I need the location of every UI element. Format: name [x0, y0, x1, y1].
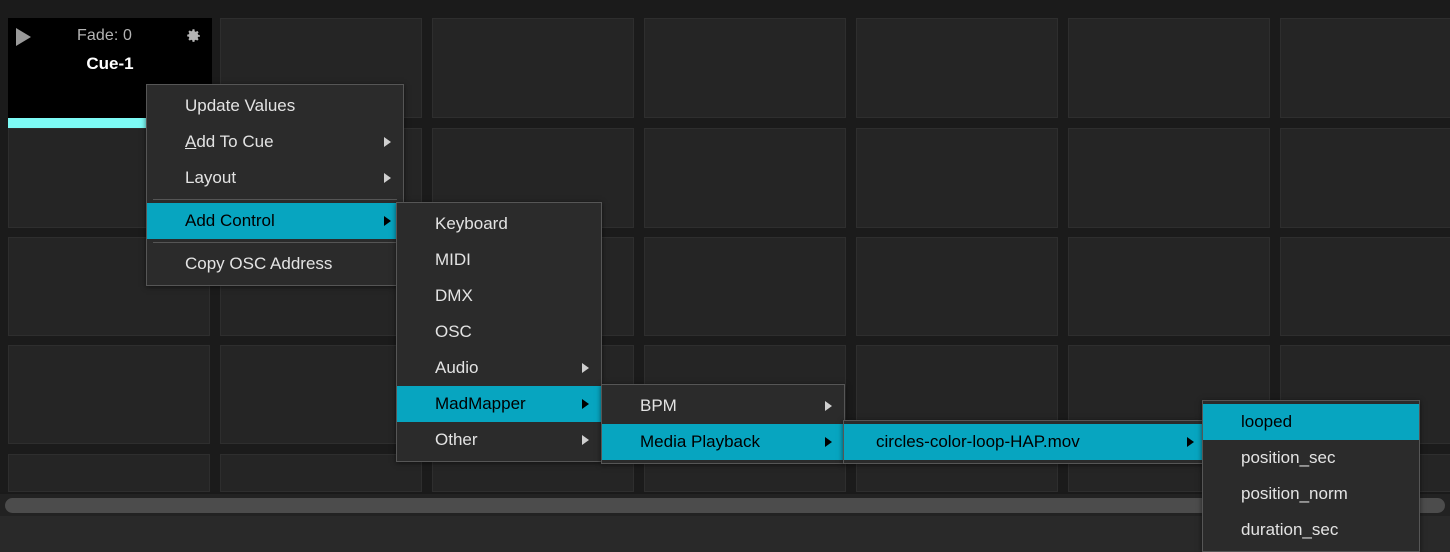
menu-item-position-sec[interactable]: position_sec [1203, 440, 1419, 476]
grid-cell[interactable] [856, 237, 1058, 336]
cue-name-label: Cue-1 [86, 54, 134, 73]
chevron-right-icon [384, 216, 391, 226]
grid-cell[interactable] [644, 237, 846, 336]
menu-item-keyboard[interactable]: Keyboard [397, 206, 601, 242]
menu-item-audio[interactable]: Audio [397, 350, 601, 386]
media-properties-submenu[interactable]: looped position_sec position_norm duration_… [1202, 400, 1420, 552]
menu-item-other[interactable]: Other [397, 422, 601, 458]
menu-item-label: Copy OSC Address [185, 254, 333, 273]
menu-item-label: DMX [435, 286, 473, 305]
menu-item-label: Add Control [185, 211, 275, 230]
menu-item-add-control[interactable]: Add Control [147, 203, 403, 239]
grid-cell[interactable] [432, 18, 634, 118]
menu-separator [153, 199, 397, 200]
menu-item-label: duration_sec [1241, 520, 1339, 539]
menu-item-position-norm[interactable]: position_norm [1203, 476, 1419, 512]
menu-item-madmapper[interactable]: MadMapper [397, 386, 601, 422]
play-icon[interactable] [16, 28, 31, 46]
grid-cell[interactable] [1280, 237, 1450, 336]
menu-item-duration-sec[interactable]: duration_sec [1203, 512, 1419, 548]
menu-item-label: MadMapper [435, 394, 526, 413]
grid-cell[interactable] [1068, 18, 1270, 118]
menu-item-media-playback[interactable]: Media Playback [602, 424, 844, 460]
grid-cell[interactable] [8, 454, 210, 492]
cue-tile-header: Fade: 0 [8, 18, 212, 48]
menu-item-circles-color-loop-hap-mov[interactable]: circles-color-loop-HAP.mov [844, 424, 1206, 460]
grid-cell[interactable] [220, 454, 422, 492]
grid-cell[interactable] [1068, 237, 1270, 336]
menu-item-label: OSC [435, 322, 472, 341]
menu-item-copy-osc-address[interactable]: Copy OSC Address [147, 246, 403, 282]
menu-item-label: looped [1241, 412, 1293, 431]
grid-cell[interactable] [1280, 18, 1450, 118]
menu-separator [153, 242, 397, 243]
chevron-right-icon [825, 401, 832, 411]
menu-item-midi[interactable]: MIDI [397, 242, 601, 278]
menu-item-label: BPM [640, 396, 677, 415]
menu-item-label: position_sec [1241, 448, 1336, 467]
menu-item-osc[interactable]: OSC [397, 314, 601, 350]
menu-item-add-to-cue[interactable]: Add To Cue [147, 124, 403, 160]
menu-item-label: MIDI [435, 250, 471, 269]
menu-item-label: Audio [435, 358, 479, 377]
menu-item-label: Media Playback [640, 432, 761, 451]
menu-item-layout[interactable]: Layout [147, 160, 403, 196]
menu-item-update-values[interactable]: Update Values [147, 88, 403, 124]
grid-cell[interactable] [644, 128, 846, 228]
menu-item-label: position_norm [1241, 484, 1348, 503]
menu-item-dmx[interactable]: DMX [397, 278, 601, 314]
grid-cell[interactable] [8, 345, 210, 444]
grid-cell[interactable] [1280, 128, 1450, 228]
chevron-right-icon [825, 437, 832, 447]
menu-item-label: circles-color-loop-HAP.mov [876, 432, 1080, 451]
chevron-right-icon [384, 173, 391, 183]
add-control-submenu[interactable]: Keyboard MIDI DMX OSC Audio MadMapper Other [396, 202, 602, 462]
menu-item-label: Keyboard [435, 214, 508, 233]
fade-label: Fade: 0 [77, 27, 132, 44]
chevron-right-icon [582, 363, 589, 373]
grid-cell[interactable] [856, 128, 1058, 228]
grid-cell[interactable] [644, 18, 846, 118]
grid-cell[interactable] [856, 18, 1058, 118]
menu-item-label: Layout [185, 168, 237, 187]
chevron-right-icon [384, 137, 391, 147]
chevron-right-icon [582, 435, 589, 445]
chevron-right-icon [1187, 437, 1194, 447]
gear-icon[interactable] [184, 27, 202, 45]
grid-cell[interactable] [1068, 128, 1270, 228]
menu-item-looped[interactable]: looped [1203, 404, 1419, 440]
menu-item-label: Add To Cue [185, 132, 274, 151]
madmapper-submenu[interactable]: BPM Media Playback [601, 384, 845, 464]
menu-item-label: Other [435, 430, 478, 449]
chevron-right-icon [582, 399, 589, 409]
grid-cell[interactable] [220, 345, 422, 444]
cue-context-menu[interactable]: Update Values Add To Cue Layout Add Control… [146, 84, 404, 286]
media-playback-submenu[interactable]: circles-color-loop-HAP.mov [843, 420, 1207, 464]
menu-item-label: Update Values [185, 96, 296, 115]
menu-item-bpm[interactable]: BPM [602, 388, 844, 424]
